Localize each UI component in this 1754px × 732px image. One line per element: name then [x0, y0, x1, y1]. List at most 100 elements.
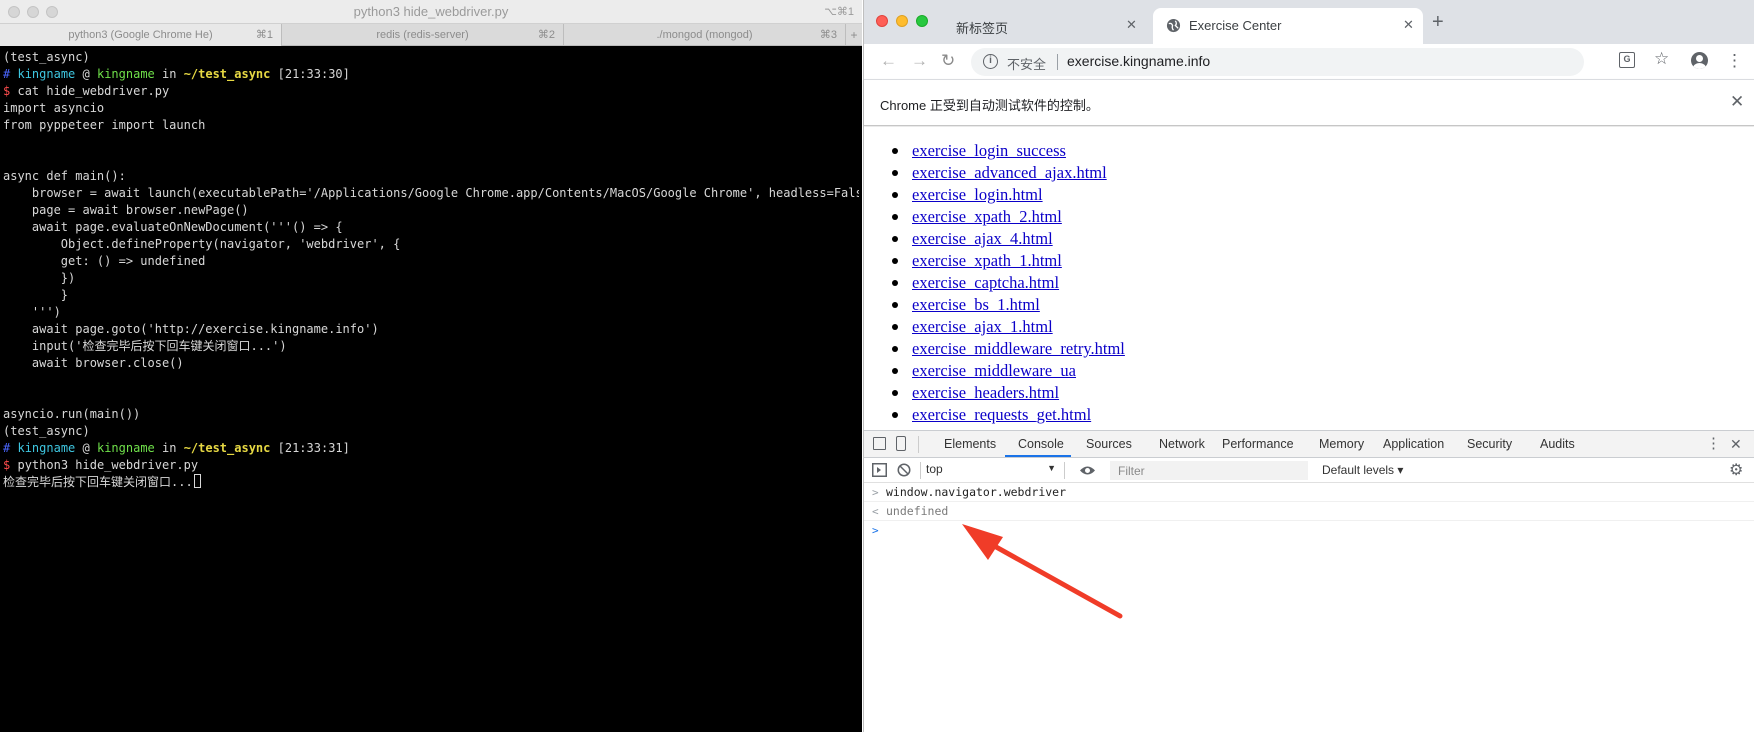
terminal-cursor [193, 474, 201, 488]
not-secure-label[interactable]: 不安全 [1007, 54, 1046, 73]
prompt-time: [21:33:30] [277, 67, 350, 81]
console-toolbar: top ▼ Default levels ▾ ⚙ [864, 458, 1754, 483]
tab-audits[interactable]: Audits [1540, 437, 1575, 451]
terminal-add-tab-button[interactable]: + [846, 24, 862, 45]
tab-new-tab[interactable]: 新标签页 ✕ [944, 8, 1144, 44]
terminal-tab-python3[interactable]: python3 (Google Chrome He) ⌘1 [0, 24, 282, 46]
terminal-output[interactable]: (test_async) # kingname @ kingname in ~/… [3, 49, 859, 729]
exercise-link-list: exercise_login_success exercise_advanced_… [892, 140, 1125, 426]
exercise-link[interactable]: exercise_middleware_ua [912, 361, 1076, 380]
terminal-tab-label: redis (redis-server) [376, 29, 469, 41]
exercise-link[interactable]: exercise_requests_get.html [912, 405, 1091, 424]
prompt-path: ~/test_async [183, 67, 271, 81]
list-item: exercise_xpath_2.html [892, 206, 1125, 228]
bullet-icon [892, 302, 898, 308]
bullet-icon [892, 280, 898, 286]
exercise-link[interactable]: exercise_middleware_retry.html [912, 339, 1125, 358]
exercise-link[interactable]: exercise_xpath_2.html [912, 207, 1062, 226]
close-devtools-icon[interactable]: ✕ [1730, 436, 1742, 452]
list-item: exercise_ajax_1.html [892, 316, 1125, 338]
settings-gear-icon[interactable]: ⚙ [1729, 460, 1743, 480]
exercise-link[interactable]: exercise_advanced_ajax.html [912, 163, 1107, 182]
bullet-icon [892, 170, 898, 176]
minimize-window-button[interactable] [896, 15, 908, 27]
prompt-user: kingname [17, 441, 76, 455]
inspect-element-icon[interactable] [873, 437, 886, 450]
list-item: exercise_requests_get.html [892, 404, 1125, 426]
devtools-more-icon[interactable]: ⋮ [1706, 436, 1721, 452]
tab-sources[interactable]: Sources [1086, 437, 1132, 451]
profile-avatar-icon[interactable] [1691, 52, 1708, 69]
close-icon[interactable]: ✕ [1403, 17, 1414, 33]
close-window-button[interactable] [876, 15, 888, 27]
exercise-link[interactable]: exercise_xpath_1.html [912, 251, 1062, 270]
translate-icon[interactable]: G [1619, 52, 1635, 68]
close-icon[interactable]: ✕ [1126, 17, 1137, 33]
tab-performance[interactable]: Performance [1222, 437, 1294, 451]
prompt-host: kingname [96, 441, 155, 455]
bullet-icon [892, 412, 898, 418]
prompt-hash: # [3, 441, 11, 455]
list-item: exercise_middleware_ua [892, 360, 1125, 382]
terminal-tab-bar: python3 (Google Chrome He) ⌘1 redis (red… [0, 24, 862, 46]
console-command: window.navigator.webdriver [886, 485, 1067, 499]
tab-application[interactable]: Application [1383, 437, 1444, 451]
bookmark-star-icon[interactable]: ☆ [1654, 50, 1669, 68]
tab-security[interactable]: Security [1467, 437, 1512, 451]
tab-memory[interactable]: Memory [1319, 437, 1364, 451]
clear-console-icon[interactable] [897, 463, 911, 477]
list-item: exercise_ajax_4.html [892, 228, 1125, 250]
sidebar-toggle-icon[interactable] [872, 463, 887, 477]
close-icon[interactable]: ✕ [1730, 92, 1744, 112]
console-filter-input[interactable] [1110, 461, 1308, 480]
log-levels-dropdown[interactable]: Default levels ▾ [1322, 463, 1403, 477]
code-line: }) [3, 271, 76, 285]
reload-icon[interactable]: ↻ [941, 51, 955, 71]
zoom-window-button[interactable] [916, 15, 928, 27]
tab-exercise-center[interactable]: Exercise Center ✕ [1153, 8, 1423, 44]
tab-title: Exercise Center [1189, 18, 1282, 33]
forward-icon[interactable]: → [911, 51, 928, 71]
eye-icon[interactable] [1079, 465, 1096, 476]
url-text[interactable]: exercise.kingname.info [1067, 53, 1210, 69]
terminal-env-line: (test_async) [3, 424, 90, 438]
prompt-in: in [162, 441, 177, 455]
exercise-link[interactable]: exercise_ajax_4.html [912, 229, 1053, 248]
info-icon[interactable]: i [983, 54, 998, 69]
terminal-prompt-line: # kingname @ kingname in ~/test_async [2… [3, 66, 859, 83]
terminal-tab-label: ./mongod (mongod) [656, 29, 753, 41]
console-output[interactable]: > window.navigator.webdriver < undefined… [864, 483, 1754, 732]
terminal-tab-key: ⌘1 [255, 29, 273, 41]
address-bar[interactable]: i 不安全 exercise.kingname.info [971, 48, 1584, 76]
list-item: exercise_headers.html [892, 382, 1125, 404]
console-input-line: > window.navigator.webdriver [864, 483, 1754, 502]
page-content: exercise_login_success exercise_advanced_… [864, 127, 1754, 430]
exercise-link[interactable]: exercise_bs_1.html [912, 295, 1040, 314]
terminal-command: python3 hide_webdriver.py [17, 458, 199, 472]
terminal-tab-redis[interactable]: redis (redis-server) ⌘2 [282, 24, 564, 46]
code-line: Object.defineProperty(navigator, 'webdri… [3, 237, 401, 251]
exercise-link[interactable]: exercise_ajax_1.html [912, 317, 1053, 336]
tab-elements[interactable]: Elements [944, 437, 996, 451]
context-selector[interactable]: top ▼ [926, 462, 1056, 479]
console-prompt-line[interactable]: > [864, 521, 1754, 540]
code-line: page = await browser.newPage() [3, 203, 249, 217]
tab-console[interactable]: Console [1018, 437, 1064, 451]
prompt-time: [21:33:31] [277, 441, 350, 455]
back-icon[interactable]: ← [880, 51, 897, 71]
device-toolbar-icon[interactable] [896, 436, 906, 451]
bullet-icon [892, 236, 898, 242]
list-item: exercise_bs_1.html [892, 294, 1125, 316]
tab-network[interactable]: Network [1159, 437, 1205, 451]
exercise-link[interactable]: exercise_login.html [912, 185, 1043, 204]
exercise-link[interactable]: exercise_headers.html [912, 383, 1059, 402]
terminal-program-output: 检查完毕后按下回车键关闭窗口... [3, 475, 193, 489]
chrome-menu-icon[interactable]: ⋮ [1726, 52, 1743, 70]
terminal-tab-mongod[interactable]: ./mongod (mongod) ⌘3 [564, 24, 846, 46]
exercise-link[interactable]: exercise_captcha.html [912, 273, 1059, 292]
bullet-icon [892, 324, 898, 330]
exercise-link[interactable]: exercise_login_success [912, 141, 1066, 160]
list-item: exercise_captcha.html [892, 272, 1125, 294]
new-tab-button[interactable]: + [1432, 12, 1444, 32]
